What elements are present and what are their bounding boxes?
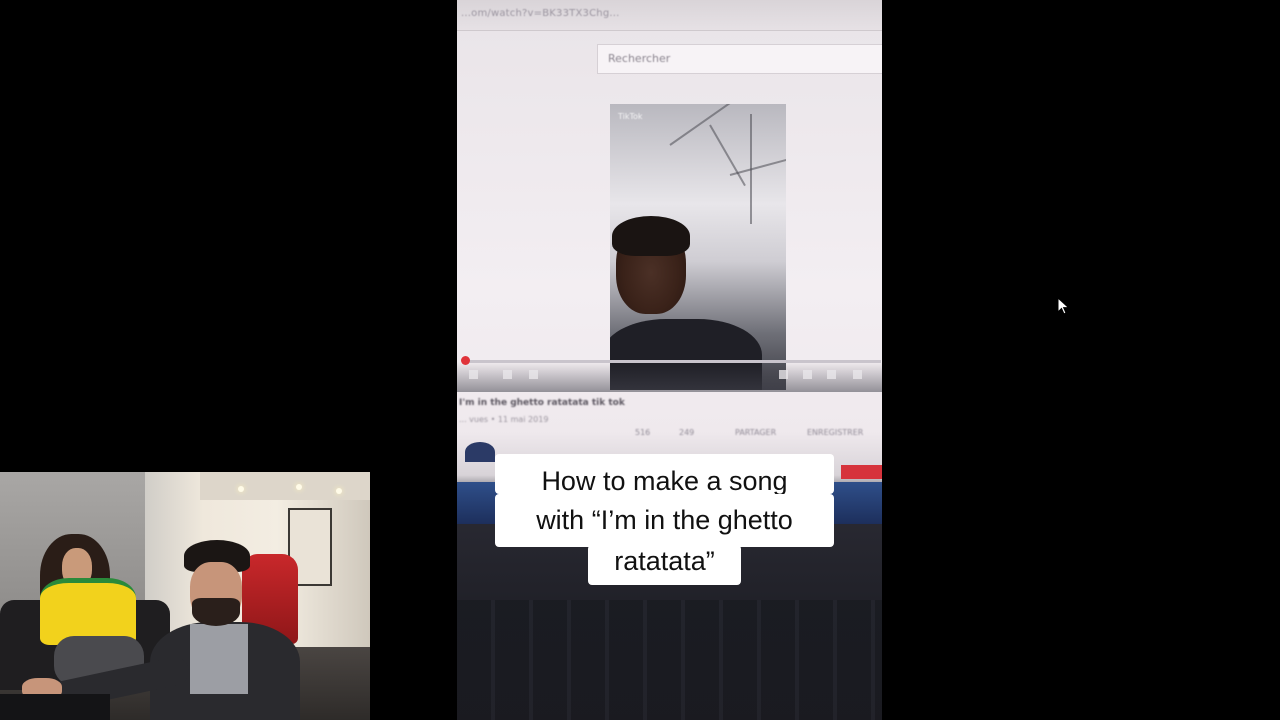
filmed-video-watermark: TikTok [618, 112, 643, 121]
filmed-fullscreen-icon [853, 370, 862, 379]
webcam-person-right-shirt [190, 624, 248, 694]
filmed-subscribe-button [841, 465, 882, 479]
ceiling-light-icon [336, 488, 342, 494]
caption-line-2: with “I’m in the ghetto [495, 494, 834, 547]
filmed-person-hair [612, 216, 690, 256]
ceiling-light-icon [238, 486, 244, 492]
filmed-share-label: PARTAGER [735, 428, 777, 437]
filmed-like-count: 516 [635, 428, 651, 437]
caption-line-1: How to make a song [495, 454, 834, 496]
tiktok-video-panel[interactable]: ...om/watch?v=BK33TX3Chg... Rechercher T… [457, 0, 882, 720]
filmed-embedded-video: TikTok [610, 104, 786, 390]
streamer-webcam [0, 472, 370, 720]
filmed-player-controls [457, 362, 882, 392]
filmed-next-icon [503, 370, 512, 379]
stream-frame: ...om/watch?v=BK33TX3Chg... Rechercher T… [0, 0, 1280, 720]
filmed-progress-handle [461, 356, 470, 365]
ceiling-light-icon [296, 484, 302, 490]
mouse-pointer-icon [1057, 297, 1070, 315]
webcam-person-left-shirt [40, 578, 136, 645]
filmed-laptop-keyboard [457, 600, 882, 720]
filmed-volume-icon [529, 370, 538, 379]
filmed-search-box: Rechercher [597, 44, 882, 74]
filmed-dislike-count: 249 [679, 428, 695, 437]
filmed-play-icon [469, 370, 478, 379]
filmed-video-meta: ... vues • 11 mai 2019 [459, 415, 549, 424]
filmed-channel-avatar [465, 442, 495, 462]
webcam-desk [0, 694, 110, 720]
filmed-miniplayer-icon [827, 370, 836, 379]
webcam-ceiling [200, 472, 370, 500]
filmed-progress-track [463, 360, 881, 363]
filmed-save-label: ENREGISTRER [807, 428, 864, 437]
filmed-search-placeholder: Rechercher [608, 52, 671, 65]
webcam-person-right-beard [192, 598, 240, 626]
filmed-settings-icon [803, 370, 812, 379]
filmed-url-text: ...om/watch?v=BK33TX3Chg... [461, 8, 620, 19]
filmed-subtitles-icon [779, 370, 788, 379]
filmed-video-title: I'm in the ghetto ratatata tik tok [459, 398, 625, 408]
caption-line-3: ratatata” [588, 545, 741, 585]
filmed-browser-url-bar: ...om/watch?v=BK33TX3Chg... [457, 0, 882, 31]
